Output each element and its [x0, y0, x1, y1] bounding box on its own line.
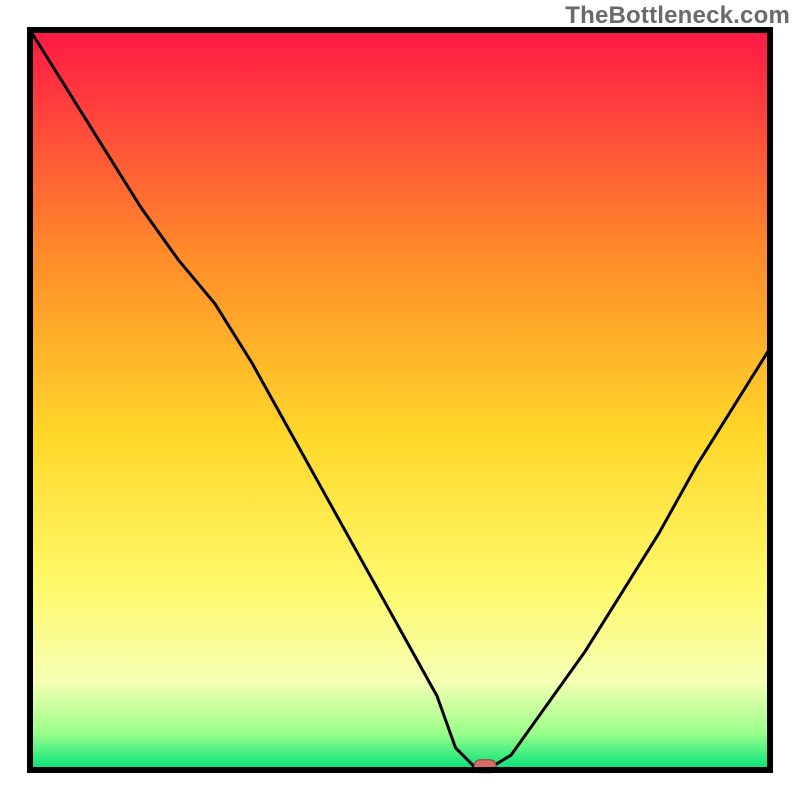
gradient-background: [30, 30, 770, 770]
plot-area: [30, 30, 770, 773]
chart-frame: TheBottleneck.com: [0, 0, 800, 800]
bottleneck-chart: [0, 0, 800, 800]
